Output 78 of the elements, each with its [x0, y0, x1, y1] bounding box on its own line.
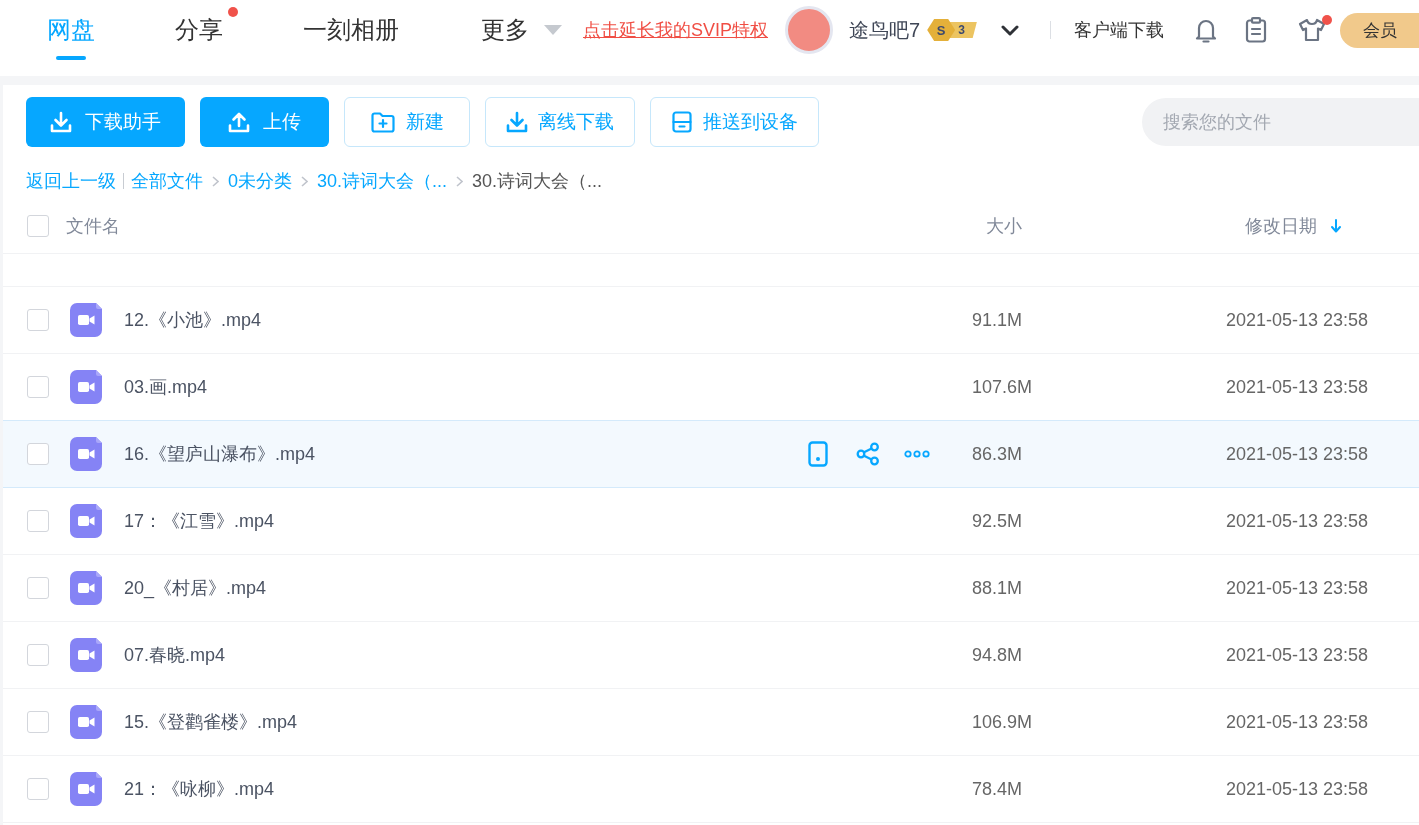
select-all-checkbox[interactable]: [27, 215, 49, 237]
chevron-right-icon: [301, 175, 308, 187]
search-field[interactable]: 搜索您的文件: [1142, 98, 1419, 146]
file-size: 88.1M: [972, 577, 1024, 599]
video-file-icon: [70, 437, 102, 471]
modified-date: 2021-05-13 23:58: [1226, 577, 1370, 599]
bell-icon[interactable]: [1193, 17, 1218, 43]
row-checkbox[interactable]: [27, 510, 49, 532]
file-size: 94.8M: [972, 644, 1024, 666]
video-file-icon: [70, 303, 102, 337]
share-icon[interactable]: [856, 442, 880, 466]
video-file-icon: [70, 504, 102, 538]
file-row[interactable]: 07.春晓.mp4 94.8M 2021-05-13 23:58: [3, 622, 1419, 689]
video-file-icon: [70, 370, 102, 404]
video-file-icon: [70, 772, 102, 806]
column-header[interactable]: 修改日期: [1245, 214, 1317, 238]
file-size: 86.3M: [972, 443, 1024, 465]
modified-date: 2021-05-13 23:58: [1226, 711, 1370, 733]
modified-date: 2021-05-13 23:58: [1226, 644, 1370, 666]
file-name[interactable]: 20_《村居》.mp4: [124, 576, 800, 600]
modified-date: 2021-05-13 23:58: [1226, 443, 1370, 465]
user-avatar[interactable]: [785, 6, 834, 54]
more-options-icon[interactable]: [904, 450, 930, 458]
row-checkbox[interactable]: [27, 376, 49, 398]
file-name[interactable]: 15.《登鹳雀楼》.mp4: [124, 710, 800, 734]
modified-date: 2021-05-13 23:58: [1226, 376, 1370, 398]
modified-date: 2021-05-13 23:58: [1226, 778, 1370, 800]
file-name[interactable]: 07.春晓.mp4: [124, 643, 800, 667]
file-row[interactable]: 16.《望庐山瀑布》.mp4 86.3M 2021-05-13 23:58: [3, 421, 1419, 488]
chevron-down-icon[interactable]: [1000, 24, 1019, 36]
file-size: 107.6M: [972, 376, 1034, 398]
modified-date: 2021-05-13 23:58: [1226, 309, 1370, 331]
file-size: 106.9M: [972, 711, 1034, 733]
device-icon: [671, 111, 693, 133]
file-size: 92.5M: [972, 510, 1024, 532]
promo-link[interactable]: 点击延长我的SVIP特权: [583, 18, 769, 42]
more-menu[interactable]: 更多: [481, 15, 562, 45]
video-file-icon: [70, 638, 102, 672]
chevron-right-icon: [212, 175, 219, 187]
sort-arrow-icon[interactable]: [1331, 219, 1341, 233]
breadcrumb-current: 30.诗词大会（...: [472, 170, 603, 193]
video-file-icon: [70, 705, 102, 739]
file-size: 78.4M: [972, 778, 1024, 800]
file-size: 91.1M: [972, 309, 1024, 331]
file-name[interactable]: 03.画.mp4: [124, 375, 800, 399]
file-name[interactable]: 16.《望庐山瀑布》.mp4: [124, 442, 800, 466]
row-checkbox[interactable]: [27, 778, 49, 800]
nav-tab[interactable]: 分享: [175, 15, 223, 60]
file-row[interactable]: 17：《江雪》.mp4 92.5M 2021-05-13 23:58: [3, 488, 1419, 555]
folder-plus-icon: [370, 111, 396, 133]
modified-date: 2021-05-13 23:58: [1226, 510, 1370, 532]
row-checkbox[interactable]: [27, 711, 49, 733]
caret-down-icon: [544, 25, 562, 35]
chevron-right-icon: [456, 175, 464, 187]
video-file-icon: [70, 571, 102, 605]
shirt-icon[interactable]: [1297, 18, 1326, 42]
nav-tab[interactable]: 一刻相册: [303, 15, 399, 60]
user-name[interactable]: 途鸟吧7: [849, 16, 921, 44]
member-center-button[interactable]: 会员: [1340, 12, 1419, 48]
client-download-link[interactable]: 客户端下载: [1073, 18, 1164, 42]
download-icon: [506, 111, 528, 133]
row-checkbox[interactable]: [27, 577, 49, 599]
file-row[interactable]: 12.《小池》.mp4 91.1M 2021-05-13 23:58: [3, 287, 1419, 354]
file-name[interactable]: 17：《江雪》.mp4: [124, 509, 800, 533]
row-checkbox[interactable]: [27, 644, 49, 666]
file-name[interactable]: 12.《小池》.mp4: [124, 308, 800, 332]
file-row[interactable]: 21：《咏柳》.mp4 78.4M 2021-05-13 23:58: [3, 756, 1419, 823]
file-row[interactable]: 15.《登鹳雀楼》.mp4 106.9M 2021-05-13 23:58: [3, 689, 1419, 756]
column-header[interactable]: 文件名: [66, 216, 120, 236]
row-checkbox[interactable]: [27, 443, 49, 465]
file-name[interactable]: 21：《咏柳》.mp4: [124, 777, 800, 801]
row-checkbox[interactable]: [27, 309, 49, 331]
download-icon: [50, 111, 72, 133]
file-row[interactable]: 20_《村居》.mp4 88.1M 2021-05-13 23:58: [3, 555, 1419, 622]
column-header[interactable]: 大小: [986, 216, 1022, 236]
upload-icon: [228, 111, 250, 133]
clipboard-icon[interactable]: [1244, 17, 1267, 43]
phone-icon[interactable]: [808, 441, 828, 467]
